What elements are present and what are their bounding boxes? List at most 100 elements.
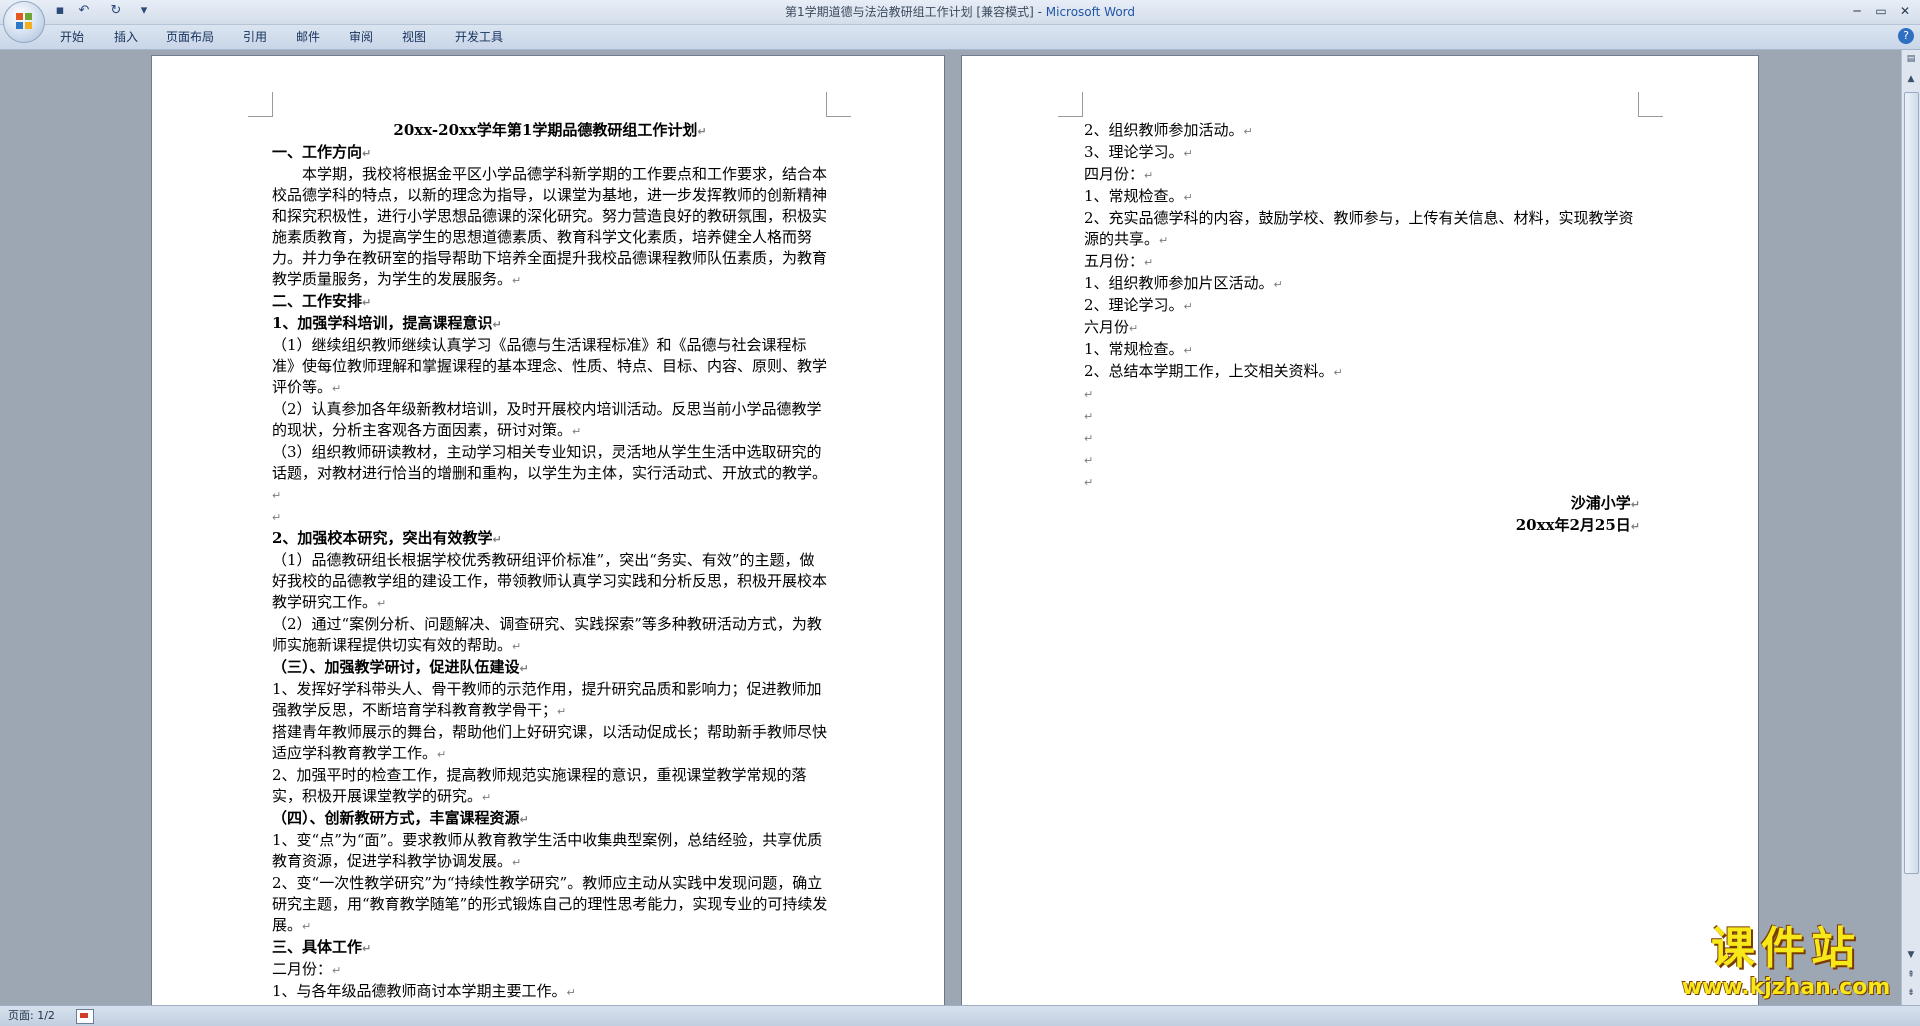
page-2-text[interactable]: 2、组织教师参加活动。↵ 3、理论学习。↵ 四月份：↵ 1、常规检查。↵ 2、充实品德学… [1084,120,1640,537]
office-button[interactable] [4,2,44,42]
paragraph[interactable]: 1、组织教师参加片区活动。↵ [1084,273,1640,295]
paragraph[interactable]: （3）组织教师研读教材，主动学习相关专业知识，灵活地从学生生活中选取研究的话题，… [272,442,828,506]
paragraph-mark-icon: ↵ [1183,344,1193,357]
paragraph[interactable]: 1、与各年级品德教师商讨本学期主要工作。↵ [272,981,828,1003]
paragraph-text: 沙浦小学 [1570,494,1631,512]
paragraph-text: 1、加强学科培训，提高课程意识 [272,314,493,332]
save-icon[interactable]: ▪ [52,3,68,19]
paragraph[interactable]: ↵ [272,506,828,528]
document-page-2[interactable]: 2、组织教师参加活动。↵ 3、理论学习。↵ 四月份：↵ 1、常规检查。↵ 2、充实品德学… [962,56,1758,1005]
tab-references[interactable]: 引用 [243,29,267,45]
help-icon[interactable]: ? [1898,28,1914,44]
paragraph-text: 1、发挥好学科带头人、骨干教师的示范作用，提升研究品质和影响力；促进教师加强教学… [272,680,822,719]
undo-icon[interactable]: ↶ [76,3,92,19]
paragraph[interactable]: 六月份↵ [1084,317,1640,339]
paragraph-text: （四）、创新教研方式，丰富课程资源 [272,809,520,827]
paragraph-text: 1、常规检查。 [1084,340,1184,358]
paragraph-mark-icon: ↵ [1129,322,1139,335]
paragraph[interactable]: （2）通过“案例分析、问题解决、调查研究、实践探索”等多种教研活动方式，为教师实… [272,614,828,657]
vertical-scrollbar[interactable]: ▤ ▲ ▼ ⇞ ⇟ [1901,50,1920,1005]
paragraph[interactable]: ↵ [1084,427,1640,449]
paragraph[interactable]: （1）继续组织教师继续认真学习《品德与生活课程标准》和《品德与社会课程标准》使每… [272,335,828,399]
close-button[interactable]: ✕ [1894,2,1916,20]
paragraph[interactable]: 3、理论学习。↵ [1084,142,1640,164]
tab-view[interactable]: 视图 [402,29,426,45]
paragraph[interactable]: 2、加强校本研究，突出有效教学↵ [272,528,828,550]
paragraph[interactable]: 本学期，我校将根据金平区小学品德学科新学期的工作要点和工作要求，结合本校品德学科… [272,164,828,291]
paragraph[interactable]: 五月份：↵ [1084,251,1640,273]
paragraph[interactable]: 1、变“点”为“面”。要求教师从教育教学生活中收集典型案例，总结经验，共享优质教… [272,830,828,873]
paragraph-text: 2、理论学习。 [1084,296,1184,314]
paragraph-text: （三）、加强教学研讨，促进队伍建设 [272,658,520,676]
paragraph[interactable]: 1、发挥好学科带头人、骨干教师的示范作用，提升研究品质和影响力；促进教师加强教学… [272,679,828,722]
tab-mailings[interactable]: 邮件 [296,29,320,45]
paragraph-mark-icon: ↵ [1084,410,1094,423]
next-page-icon[interactable]: ⇟ [1904,986,1918,1000]
paragraph[interactable]: 一、工作方向↵ [272,142,828,164]
paragraph-mark-icon: ↵ [1183,191,1193,204]
paragraph[interactable]: 1、常规检查。↵ [1084,186,1640,208]
tab-review[interactable]: 审阅 [349,29,373,45]
window-title: 第1学期道德与法治教研组工作计划 [兼容模式] - Microsoft Word [0,0,1920,24]
paragraph-text: 1、与各年级品德教师商讨本学期主要工作。 [272,982,567,1000]
scrollbar-thumb[interactable] [1904,92,1919,874]
paragraph-text: 2、总结本学期工作，上交相关资料。 [1084,362,1334,380]
minimize-button[interactable]: ─ [1846,2,1868,20]
paragraph[interactable]: （2）认真参加各年级新教材培训，及时开展校内培训活动。反思当前小学品德教学的现状… [272,399,828,442]
document-area[interactable]: 20xx-20xx学年第1学期品德教研组工作计划↵ 一、工作方向↵ 本学期，我校将根… [0,50,1902,1005]
paragraph[interactable]: 1、加强学科培训，提高课程意识↵ [272,313,828,335]
paragraph-text: 搭建青年教师展示的舞台，帮助他们上好研究课，以活动促成长；帮助新手教师尽快适应学… [272,723,828,762]
paragraph[interactable]: ↵ [1084,471,1640,493]
page-count-status[interactable]: 页面: 1/2 [8,1008,55,1024]
document-page-1[interactable]: 20xx-20xx学年第1学期品德教研组工作计划↵ 一、工作方向↵ 本学期，我校将根… [152,56,944,1005]
paragraph[interactable]: 2、理论学习。↵ [1084,295,1640,317]
paragraph-text: 2、加强平时的检查工作，提高教师规范实施课程的意识，重视课堂教学常规的落实，积极… [272,766,807,805]
previous-page-icon[interactable]: ⇞ [1904,968,1918,982]
tab-developer[interactable]: 开发工具 [455,29,503,45]
maximize-button[interactable]: ▭ [1870,2,1892,20]
paragraph[interactable]: 2、加强平时的检查工作，提高教师规范实施课程的意识，重视课堂教学常规的落实，积极… [272,765,828,808]
paragraph[interactable]: ↵ [1084,405,1640,427]
paragraph[interactable]: （三）、加强教学研讨，促进队伍建设↵ [272,657,828,679]
scroll-down-icon[interactable]: ▼ [1904,948,1918,962]
paragraph[interactable]: 2、变“一次性教学研究”为“持续性教学研究”。教师应主动从实践中发现问题，确立研… [272,873,828,937]
tab-home[interactable]: 开始 [60,29,84,45]
paragraph[interactable]: 1、常规检查。↵ [1084,339,1640,361]
margin-corner-mark [826,92,851,117]
paragraph-text: 二月份： [272,960,333,978]
paragraph-mark-icon: ↵ [1243,125,1253,138]
paragraph[interactable]: （1）品德教研组长根据学校优秀教研组评价标准”，突出“务实、有效”的主题，做好我… [272,550,828,614]
paragraph-text: 六月份 [1084,318,1130,336]
tab-insert[interactable]: 插入 [114,29,138,45]
paragraph[interactable]: 沙浦小学↵ [1084,493,1640,515]
paragraph[interactable]: 四月份：↵ [1084,164,1640,186]
paragraph[interactable]: 20xx年2月25日↵ [1084,515,1640,537]
page-1-text[interactable]: 20xx-20xx学年第1学期品德教研组工作计划↵ 一、工作方向↵ 本学期，我校将根… [272,120,828,1005]
ruler-toggle-icon[interactable]: ▤ [1904,52,1918,66]
paragraph-text: 本学期，我校将根据金平区小学品德学科新学期的工作要点和工作要求，结合本校品德学科… [272,165,828,288]
paragraph[interactable]: 2、充实品德学科的内容，鼓励学校、教师参与，上传有关信息、材料，实现教学资源的共… [1084,208,1640,251]
paragraph[interactable]: 20xx-20xx学年第1学期品德教研组工作计划↵ [272,120,828,142]
paragraph[interactable]: 二月份：↵ [272,959,828,981]
paragraph[interactable]: ↵ [1084,449,1640,471]
tab-page-layout[interactable]: 页面布局 [166,29,214,45]
paragraph[interactable]: （四）、创新教研方式，丰富课程资源↵ [272,808,828,830]
paragraph-mark-icon: ↵ [697,125,707,138]
document-title: 第1学期道德与法治教研组工作计划 [兼容模式] - [784,5,1046,19]
paragraph[interactable]: 2、总结本学期工作，上交相关资料。↵ [1084,361,1640,383]
watermark-logo: 课件站 www.kjzhan.com [1668,923,1904,1005]
paragraph-mark-icon: ↵ [272,511,282,524]
paragraph-mark-icon: ↵ [1630,520,1640,533]
paragraph[interactable]: 搭建青年教师展示的舞台，帮助他们上好研究课，以活动促成长；帮助新手教师尽快适应学… [272,722,828,765]
paragraph[interactable]: 2、组织教师参加活动。↵ [1084,120,1640,142]
paragraph[interactable]: 二、工作安排↵ [272,291,828,313]
redo-icon[interactable]: ↻ [108,3,124,19]
scroll-up-icon[interactable]: ▲ [1904,72,1918,86]
paragraph-text: 1、常规检查。 [1084,187,1184,205]
proofing-icon[interactable] [76,1009,94,1024]
paragraph[interactable]: ↵ [1084,383,1640,405]
customize-qat-icon[interactable]: ▾ [136,3,152,19]
paragraph-text: 1、变“点”为“面”。要求教师从教育教学生活中收集典型案例，总结经验，共享优质教… [272,831,823,870]
paragraph[interactable]: 三、具体工作↵ [272,937,828,959]
paragraph-text: （2）认真参加各年级新教材培训，及时开展校内培训活动。反思当前小学品德教学的现状… [272,400,822,439]
